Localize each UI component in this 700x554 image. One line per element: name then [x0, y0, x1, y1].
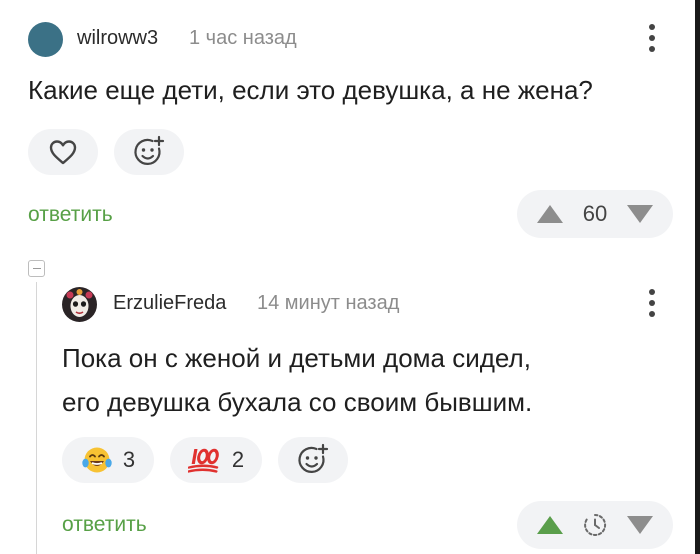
- reply-button[interactable]: ответить: [28, 203, 113, 227]
- avatar[interactable]: [28, 22, 63, 57]
- rating-control: 60: [517, 190, 673, 238]
- comment-text: Какие еще дети, если это девушка, а не ж…: [28, 75, 593, 105]
- reply-text-line: Пока он с женой и детьми дома сидел,: [62, 343, 531, 373]
- comment-author[interactable]: wilroww3: [77, 27, 158, 50]
- rating-value: 60: [582, 201, 608, 226]
- collapse-icon[interactable]: [28, 260, 45, 277]
- thread-line[interactable]: [36, 282, 37, 554]
- add-reaction-button[interactable]: [278, 437, 348, 483]
- rating-control: [517, 501, 673, 549]
- reply-time: 14 минут назад: [257, 292, 400, 314]
- reaction-count: 3: [122, 447, 136, 472]
- hundred-points-emoji: [187, 448, 219, 473]
- reaction-count: 2: [231, 447, 245, 472]
- more-vert-icon[interactable]: [648, 289, 656, 317]
- downvote-icon[interactable]: [625, 514, 655, 536]
- reaction-laugh[interactable]: 3: [62, 437, 154, 483]
- comment-time: 1 час назад: [189, 27, 297, 49]
- laughing-tears-emoji: [82, 447, 112, 473]
- reply-button[interactable]: ответить: [62, 513, 147, 537]
- add-reaction-button[interactable]: [114, 129, 184, 175]
- like-button[interactable]: [28, 129, 98, 175]
- reply-text-line: его девушка бухала со своим бывшим.: [62, 387, 533, 417]
- upvote-icon[interactable]: [535, 514, 565, 536]
- reaction-hundred[interactable]: 2: [170, 437, 262, 483]
- avatar[interactable]: [62, 287, 97, 322]
- more-vert-icon[interactable]: [648, 24, 656, 52]
- reply-author[interactable]: ErzulieFreda: [113, 292, 226, 315]
- add-reaction-icon: [298, 443, 329, 473]
- downvote-icon[interactable]: [625, 203, 655, 225]
- add-reaction-icon: [134, 135, 165, 165]
- heart-icon: [49, 140, 77, 165]
- scrollbar[interactable]: [695, 0, 700, 554]
- upvote-icon[interactable]: [535, 203, 565, 225]
- timer-icon: [584, 513, 607, 536]
